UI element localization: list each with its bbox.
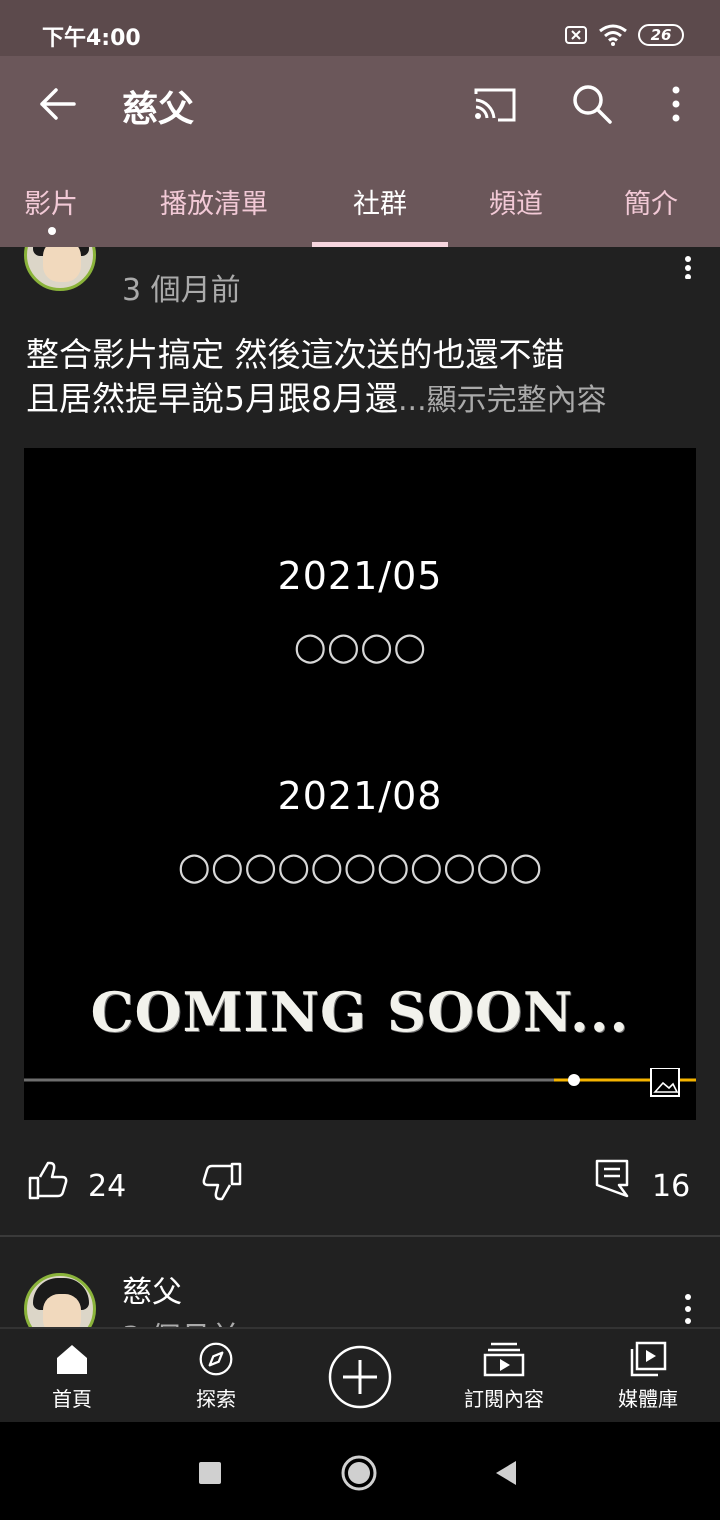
subscriptions-icon	[483, 1342, 525, 1377]
post-time: 3 個月前	[122, 273, 241, 308]
library-icon	[630, 1341, 667, 1377]
search-icon[interactable]	[570, 82, 614, 126]
post-more-icon[interactable]	[678, 1293, 698, 1325]
post-author[interactable]: 慈父	[122, 1267, 182, 1311]
avatar[interactable]	[24, 247, 96, 291]
image-year-2: 2021/08	[277, 774, 443, 818]
tab-channels[interactable]: 頻道	[489, 182, 543, 221]
avatar[interactable]	[24, 1273, 96, 1327]
nav-home[interactable]: 首頁	[7, 1341, 137, 1412]
nav-library[interactable]: 媒體庫	[583, 1341, 713, 1412]
system-nav-bar	[0, 1422, 720, 1520]
explore-icon	[199, 1342, 233, 1376]
show-more-link[interactable]: 顯示完整內容	[427, 383, 607, 418]
post-text-line1: 整合影片搞定 然後這次送的也還不錯	[26, 335, 565, 374]
post-time: 3 個月前	[122, 1313, 241, 1327]
status-time: 下午4:00	[42, 26, 141, 51]
nav-label: 媒體庫	[618, 1387, 678, 1411]
battery-level: 26	[650, 26, 672, 44]
sim-off-icon	[565, 26, 587, 44]
post-divider	[0, 1235, 720, 1237]
home-icon	[57, 1345, 87, 1374]
status-bar: 下午4:00 26	[0, 0, 720, 56]
nav-label: 首頁	[52, 1387, 92, 1411]
create-icon[interactable]	[327, 1344, 393, 1410]
tab-videos[interactable]: 影片	[24, 182, 78, 221]
community-feed: 3 個月前 整合影片搞定 然後這次送的也還不錯 且居然提早說5月跟8月還...顯…	[0, 247, 720, 1327]
comment-count: 16	[652, 1169, 691, 1204]
home-button-icon[interactable]	[340, 1454, 378, 1492]
like-icon[interactable]	[26, 1160, 68, 1202]
ellipsis: ...	[398, 383, 427, 418]
nav-subscriptions[interactable]: 訂閱內容	[439, 1341, 569, 1412]
channel-tabs: 影片 播放清單 社群 頻道 簡介	[0, 152, 720, 247]
tab-community[interactable]: 社群	[353, 182, 407, 221]
battery-icon: 26	[638, 24, 684, 46]
status-icons: 26	[564, 20, 684, 50]
nav-label: 探索	[196, 1387, 236, 1411]
back-button-icon[interactable]	[494, 1460, 518, 1486]
channel-title: 慈父	[122, 89, 195, 130]
image-circles-1: ○○○○	[293, 624, 427, 668]
tab-playlists[interactable]: 播放清單	[160, 182, 268, 221]
back-arrow-icon[interactable]	[36, 82, 80, 126]
image-slider[interactable]	[24, 1068, 696, 1098]
post-more-icon[interactable]	[678, 253, 698, 279]
dislike-icon[interactable]	[202, 1160, 244, 1202]
post-text: 整合影片搞定 然後這次送的也還不錯 且居然提早說5月跟8月還...顯示完整內容	[26, 333, 696, 423]
like-count: 24	[88, 1169, 127, 1204]
post-text-line2: 且居然提早說5月跟8月還	[26, 379, 398, 418]
image-circles-2: ○○○○○○○○○○○	[177, 844, 543, 888]
post-image[interactable]: 2021/05 ○○○○ 2021/08 ○○○○○○○○○○○ COMING …	[24, 448, 696, 1120]
cast-icon[interactable]	[472, 82, 518, 126]
wifi-icon	[599, 24, 627, 46]
app-bar: 慈父	[0, 56, 720, 152]
image-coming-soon: COMING SOON...	[90, 980, 630, 1044]
tab-about[interactable]: 簡介	[624, 182, 678, 221]
nav-explore[interactable]: 探索	[151, 1341, 281, 1412]
more-vert-icon[interactable]	[656, 82, 696, 126]
comment-icon[interactable]	[594, 1158, 630, 1200]
image-year-1: 2021/05	[277, 554, 443, 598]
new-content-dot	[48, 227, 56, 235]
bottom-nav: 首頁 探索 訂閱內容 媒體庫	[0, 1327, 720, 1422]
recents-icon[interactable]	[198, 1461, 222, 1485]
nav-label: 訂閱內容	[464, 1387, 544, 1411]
